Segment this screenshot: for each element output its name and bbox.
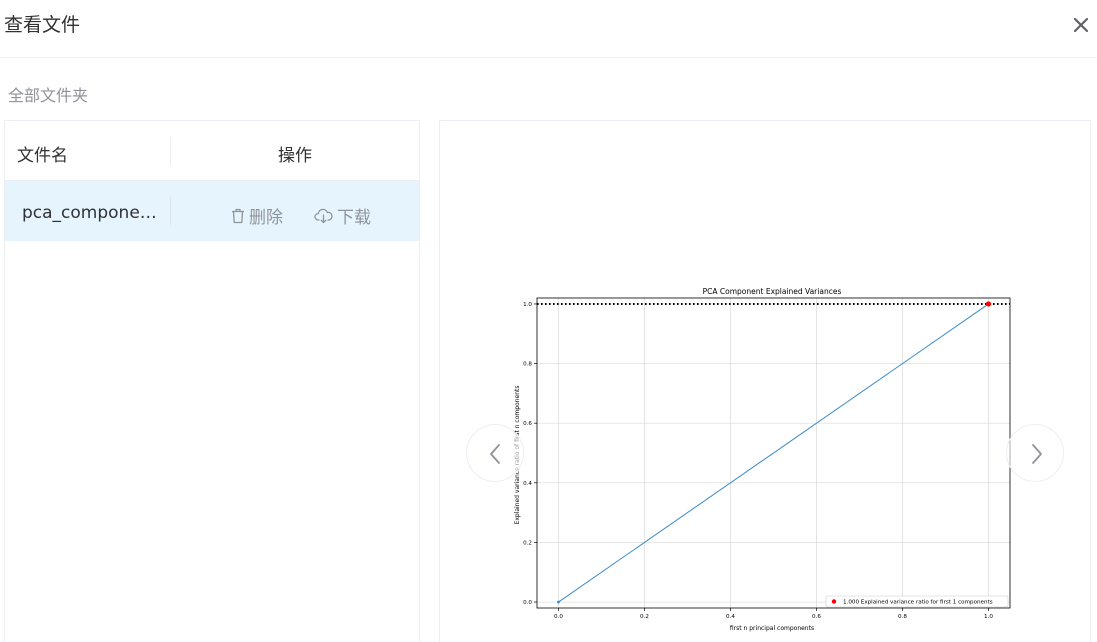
- x-tick-label: 1.0: [984, 614, 993, 620]
- series-layer: [537, 301, 1010, 604]
- trash-icon: [232, 208, 244, 223]
- view-file-dialog: 查看文件 全部文件夹 文件名 操作 pca_component... 删除 下载…: [0, 0, 1097, 642]
- column-header-actions: 操作: [278, 146, 312, 166]
- x-tick-label: 0.0: [554, 614, 563, 620]
- x-tick-label: 0.6: [812, 614, 821, 620]
- delete-label: 删除: [249, 208, 283, 228]
- y-tick-label: 0.2: [523, 540, 532, 546]
- pca-chart: PCA Component Explained Variances 0.0 0.2…: [514, 287, 1011, 632]
- highlight-marker: [985, 301, 992, 307]
- table-header: 文件名 操作: [5, 121, 419, 181]
- close-button[interactable]: [1070, 12, 1092, 36]
- y-tick-label: 0.6: [523, 421, 532, 427]
- dialog-title: 查看文件: [4, 14, 81, 36]
- table-row[interactable]: pca_component... 删除 下载: [5, 181, 419, 241]
- y-tick-label: 1.0: [523, 302, 532, 308]
- column-divider: [170, 197, 171, 225]
- close-icon: [1073, 17, 1089, 33]
- x-tick-label: 0.2: [640, 614, 649, 620]
- file-list-table: 文件名 操作 pca_component... 删除 下载: [4, 120, 420, 642]
- previous-file-button[interactable]: [466, 424, 524, 482]
- series-line: [558, 303, 989, 603]
- x-tick-label: 0.4: [726, 614, 735, 620]
- chart-title: PCA Component Explained Variances: [703, 287, 842, 296]
- x-axis-label: first n principal components: [730, 625, 814, 632]
- next-file-button[interactable]: [1006, 424, 1064, 482]
- column-header-name: 文件名: [17, 146, 68, 166]
- y-tick-label: 0.8: [523, 362, 532, 368]
- file-name-cell[interactable]: pca_component...: [22, 203, 167, 223]
- dialog-header: 查看文件: [0, 0, 1097, 58]
- cloud-download-icon: [314, 208, 333, 223]
- chart-legend: 1.000 Explained variance ratio for first…: [825, 595, 1009, 608]
- legend-label: 1.000 Explained variance ratio for first…: [843, 600, 993, 606]
- download-label: 下载: [337, 208, 371, 228]
- y-tick-label: 0.4: [523, 481, 532, 487]
- series-point: [557, 600, 560, 604]
- delete-button[interactable]: 删除: [231, 203, 283, 228]
- x-tick-label: 0.8: [898, 614, 907, 620]
- chevron-left-icon: [490, 444, 500, 464]
- legend-marker: [831, 599, 837, 604]
- y-tick-label: 0.0: [523, 600, 532, 606]
- breadcrumb[interactable]: 全部文件夹: [8, 82, 88, 106]
- download-button[interactable]: 下载: [314, 203, 371, 228]
- chevron-right-icon: [1032, 444, 1042, 464]
